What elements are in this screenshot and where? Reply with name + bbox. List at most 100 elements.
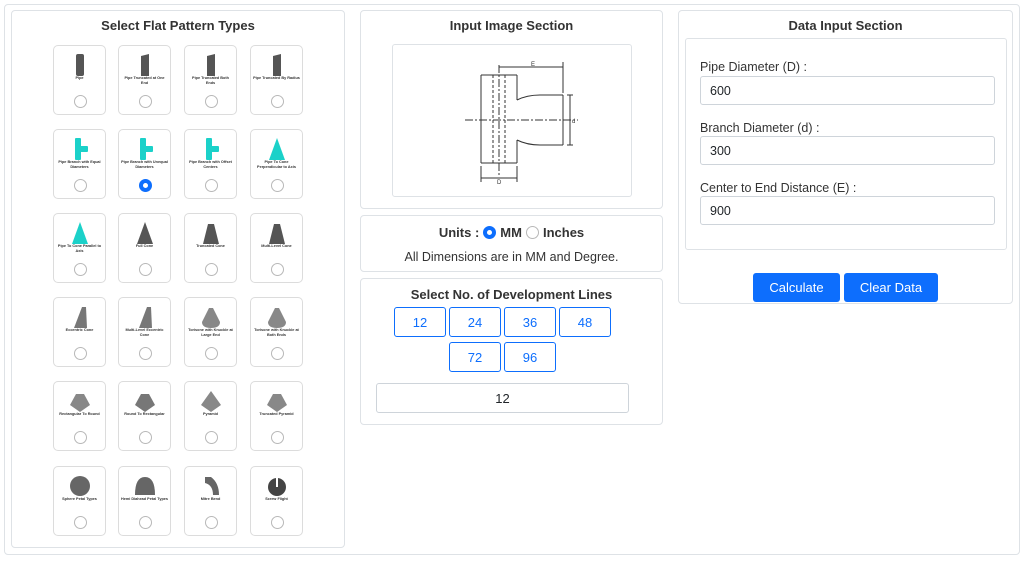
pattern-tile[interactable]: Pipe To Cone Parallel to Axis — [53, 213, 106, 283]
pattern-tile-label: Pipe To Cone Parallel to Axis — [57, 244, 102, 253]
pattern-tile-radio[interactable] — [205, 263, 218, 276]
branch-diameter-input[interactable]: 300 — [700, 136, 995, 165]
pattern-tile-radio[interactable] — [139, 263, 152, 276]
pipe-truncated-both-ends-icon — [185, 52, 236, 78]
pattern-tile[interactable]: Screw Flight — [250, 466, 303, 536]
pattern-tile-label: Pipe Branch with Offset Centers — [189, 160, 232, 169]
pattern-tile-radio[interactable] — [74, 179, 87, 192]
pattern-tile[interactable]: Torisone with Knuckle at Both Ends — [250, 297, 303, 367]
pattern-tile-radio[interactable] — [74, 516, 87, 529]
pattern-tile-radio[interactable] — [74, 347, 87, 360]
hemi-head-petal-icon — [119, 473, 170, 499]
dim-label-e: E — [531, 62, 535, 68]
pattern-tile[interactable]: Truncated Cone — [184, 213, 237, 283]
pattern-tile-radio[interactable] — [271, 347, 284, 360]
pattern-type-panel: Select Flat Pattern Types Pipe Pipe Trunc… — [11, 10, 345, 548]
pattern-tile[interactable]: Multi-Level Eccentric Cone — [118, 297, 171, 367]
pattern-tile-radio[interactable] — [139, 431, 152, 444]
pipe-diameter-input[interactable]: 600 — [700, 76, 995, 105]
pattern-tile-radio[interactable] — [139, 179, 152, 192]
units-row: Units : MM Inches — [361, 225, 662, 240]
development-lines-input[interactable]: 12 — [376, 383, 629, 413]
units-mm-radio[interactable] — [483, 226, 497, 239]
pattern-tile[interactable]: Pipe Branch with Equal Diameters — [53, 129, 106, 199]
pattern-tile[interactable]: Rectangular To Round — [53, 381, 106, 451]
pattern-tile-radio[interactable] — [139, 95, 152, 108]
lines-option-24[interactable]: 24 — [449, 307, 501, 337]
branch-diameter-label: Branch Diameter (d) : — [700, 121, 820, 135]
pipe-branch-unequal-icon — [119, 136, 170, 162]
pattern-tile-radio[interactable] — [74, 263, 87, 276]
pattern-tile-label: Pyramid — [203, 412, 218, 416]
lines-option-36[interactable]: 36 — [504, 307, 556, 337]
center-end-distance-label: Center to End Distance (E) : — [700, 181, 857, 195]
pyramid-icon — [185, 388, 236, 414]
pipe-branch-equal-icon — [54, 136, 105, 162]
image-panel-title: Input Image Section — [449, 18, 574, 33]
pattern-tile-label: Hemi Diahead Petal Types — [121, 497, 168, 501]
clear-data-button[interactable]: Clear Data — [844, 273, 938, 302]
pattern-tile[interactable]: Pipe Truncated at One End — [118, 45, 171, 115]
pattern-tile-label: Pipe — [75, 76, 84, 80]
pattern-tile[interactable]: Multi-Level Cone — [250, 213, 303, 283]
lines-option-72[interactable]: 72 — [449, 342, 501, 372]
pattern-tile[interactable]: Truncated Pyramid — [250, 381, 303, 451]
center-end-distance-input[interactable]: 900 — [700, 196, 995, 225]
pattern-tile-radio[interactable] — [139, 516, 152, 529]
pipe-truncated-one-end-icon — [119, 52, 170, 78]
pattern-tile-label: Pipe Truncated By Radius — [253, 76, 300, 80]
pattern-tile-label: Torisone with Knuckle at Both Ends — [254, 328, 299, 337]
lines-option-96[interactable]: 96 — [504, 342, 556, 372]
pattern-tile[interactable]: Pipe Branch with Unequal Diameters — [118, 129, 171, 199]
pipe-to-cone-perpendicular-icon — [251, 136, 302, 162]
pattern-tile[interactable]: Pipe Truncated Both Ends — [184, 45, 237, 115]
pattern-tile[interactable]: Round To Rectangular — [118, 381, 171, 451]
pipe-to-cone-parallel-icon — [54, 220, 105, 246]
pattern-tile-label: Screw Flight — [265, 497, 288, 501]
pipe-truncated-radius-icon — [251, 52, 302, 78]
pattern-tile-radio[interactable] — [271, 263, 284, 276]
pattern-tile[interactable]: Full Cone — [118, 213, 171, 283]
pattern-tile-radio[interactable] — [139, 347, 152, 360]
pattern-tile-label: Truncated Pyramid — [259, 412, 294, 416]
pattern-tile-radio[interactable] — [271, 179, 284, 192]
pattern-tile-radio[interactable] — [74, 95, 87, 108]
lines-option-48[interactable]: 48 — [559, 307, 611, 337]
pattern-tile-radio[interactable] — [205, 431, 218, 444]
pattern-tile-label: Sphere Petal Types — [62, 497, 97, 501]
pattern-tile[interactable]: Pipe To Cone Perpendicular to Axis — [250, 129, 303, 199]
pattern-tile-radio[interactable] — [271, 516, 284, 529]
pattern-tile-label: Pipe Branch with Equal Diameters — [58, 160, 101, 169]
pattern-tile-radio[interactable] — [205, 95, 218, 108]
truncated-pyramid-icon — [251, 388, 302, 414]
pattern-tile[interactable]: Pipe Branch with Offset Centers — [184, 129, 237, 199]
multi-level-eccentric-cone-icon — [119, 304, 170, 330]
pattern-tile[interactable]: Sphere Petal Types — [53, 466, 106, 536]
pattern-tile-radio[interactable] — [271, 95, 284, 108]
calculate-button[interactable]: Calculate — [753, 273, 840, 302]
pattern-tile-radio[interactable] — [205, 516, 218, 529]
pattern-tile[interactable]: Pipe Truncated By Radius — [250, 45, 303, 115]
pattern-tile[interactable]: Hemi Diahead Petal Types — [118, 466, 171, 536]
pattern-tile[interactable]: Eccentric Cone — [53, 297, 106, 367]
development-lines-panel: Select No. of Development Lines 12 24 36… — [360, 278, 663, 425]
screw-flight-icon — [251, 473, 302, 499]
pattern-tile-label: Round To Rectangular — [124, 412, 165, 416]
units-inches-label[interactable]: Inches — [543, 225, 584, 240]
pattern-tile-label: Pipe Branch with Unequal Diameters — [121, 160, 168, 169]
pattern-tile-radio[interactable] — [271, 431, 284, 444]
pattern-tile-radio[interactable] — [205, 347, 218, 360]
pattern-tile[interactable]: Pipe — [53, 45, 106, 115]
units-label: Units : — [438, 225, 480, 240]
pattern-tile[interactable]: Mitre Bend — [184, 466, 237, 536]
units-mm-label[interactable]: MM — [500, 225, 522, 240]
pattern-tile-radio[interactable] — [205, 179, 218, 192]
pattern-tile[interactable]: Pyramid — [184, 381, 237, 451]
pattern-tile[interactable]: Torisone with Knuckle at Large End — [184, 297, 237, 367]
units-inches-radio[interactable] — [525, 226, 539, 239]
lines-option-12[interactable]: 12 — [394, 307, 446, 337]
pattern-tile-label: Full Cone — [135, 244, 154, 248]
pattern-tile-radio[interactable] — [74, 431, 87, 444]
pattern-tile-label: Pipe To Cone Perpendicular to Axis — [257, 160, 296, 169]
eccentric-cone-icon — [54, 304, 105, 330]
